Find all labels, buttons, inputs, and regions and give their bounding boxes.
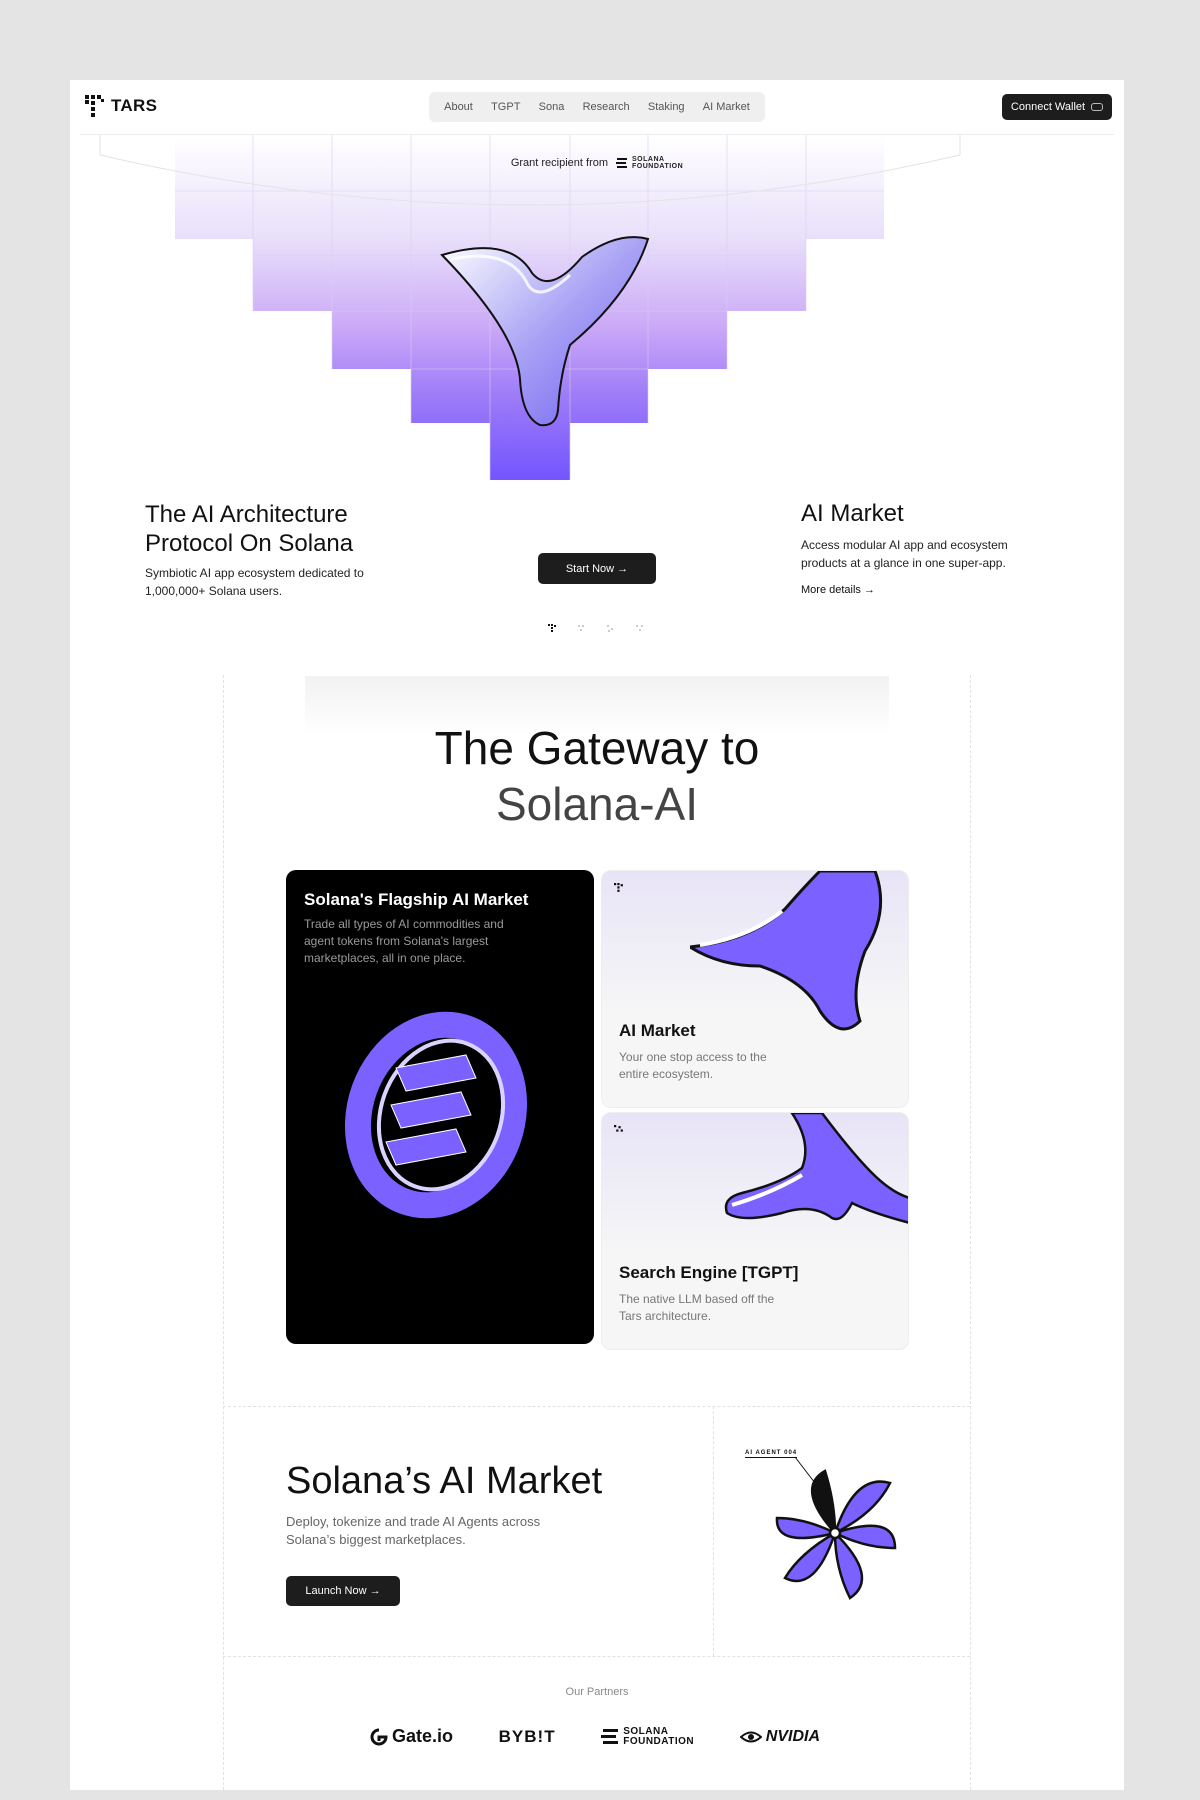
grid-line <box>970 675 971 1790</box>
hero-title-line1: The AI Architecture <box>145 501 348 528</box>
nav-staking[interactable]: Staking <box>648 101 685 113</box>
logo[interactable]: TARS <box>85 95 157 117</box>
connect-wallet-label: Connect Wallet <box>1010 101 1086 113</box>
partners-label: Our Partners <box>565 1686 629 1698</box>
card-title: Solana's Flagship AI Market <box>304 890 529 909</box>
connect-wallet-button[interactable]: Connect Wallet <box>1002 94 1112 120</box>
tars-logo-icon <box>85 95 104 117</box>
branch-shape-art <box>724 1113 908 1224</box>
grid-line <box>223 1656 970 1657</box>
grid-line <box>713 1406 714 1656</box>
nvidia-eye-icon <box>739 1731 762 1742</box>
partners-logos: Gate.io BYB!T SOLANA FOUNDATION NVIDIA <box>370 1726 820 1747</box>
start-now-button[interactable]: Start Now → <box>538 553 656 584</box>
solana-icon <box>616 158 628 168</box>
grant-text: Grant recipient from <box>510 157 609 169</box>
nav-sona[interactable]: Sona <box>539 101 565 113</box>
card-text: Your one stop access to the entire ecosy… <box>619 1050 767 1081</box>
partner-name: Gate.io <box>392 1726 454 1746</box>
grid-line <box>223 1406 970 1407</box>
ai-market-card[interactable]: AI Market Your one stop access to the en… <box>601 870 909 1108</box>
card-text: The native LLM based off the Tars archit… <box>619 1292 775 1323</box>
ai-agent-flower-art <box>775 1456 897 1600</box>
hero-market-subtitle: Access modular AI app and ecosystem prod… <box>801 538 1008 570</box>
hero-pyramid-graphic <box>99 135 961 480</box>
gateway-title: The Gateway to Solana-AI <box>70 720 1124 832</box>
carousel-dot[interactable] <box>606 624 615 633</box>
solana-foundation-logo: SOLANA FOUNDATION <box>616 156 683 170</box>
page: TARS About TGPT Sona Research Staking AI… <box>70 80 1124 1790</box>
partner-solana-foundation[interactable]: SOLANA FOUNDATION <box>601 1725 695 1747</box>
tars-mini-icon <box>614 883 623 892</box>
hero-title: The AI Architecture Protocol On Solana <box>145 500 353 558</box>
solana-ring-icon <box>344 1011 528 1219</box>
gateway-title-line1: The Gateway to <box>434 722 760 774</box>
carousel-dots <box>548 624 644 633</box>
tars-mini-icon <box>614 1125 623 1132</box>
carousel-dot-active[interactable] <box>548 624 557 633</box>
nav-ai-market[interactable]: AI Market <box>703 101 750 113</box>
partner-name: SOLANA <box>623 1725 669 1737</box>
card-text: Trade all types of AI commodities and ag… <box>304 917 504 965</box>
search-engine-card[interactable]: Search Engine [TGPT] The native LLM base… <box>601 1112 909 1350</box>
nav-research[interactable]: Research <box>583 101 630 113</box>
solana-icon <box>601 1728 619 1744</box>
partner-nvidia[interactable]: NVIDIA <box>739 1727 820 1746</box>
carousel-dot[interactable] <box>635 624 644 633</box>
card-title: Search Engine [TGPT] <box>619 1263 799 1282</box>
flagship-market-card[interactable]: Solana's Flagship AI Market Trade all ty… <box>286 870 594 1344</box>
logo-text: TARS <box>111 96 158 115</box>
y-shape-art <box>690 871 883 1031</box>
carousel-dot[interactable] <box>577 624 586 633</box>
wallet-icon <box>1091 103 1104 111</box>
more-details-link[interactable]: More details → <box>801 584 875 596</box>
partner-name-line2: FOUNDATION <box>623 1735 695 1747</box>
gate-io-icon <box>370 1728 388 1745</box>
grant-org-line1: SOLANA <box>632 156 665 163</box>
ai-market-subtitle: Deploy, tokenize and trade AI Agents acr… <box>286 1514 541 1547</box>
grant-banner: Grant recipient from SOLANA FOUNDATION <box>70 156 1124 170</box>
partner-name: BYB!T <box>498 1726 556 1746</box>
partner-gate-io[interactable]: Gate.io <box>370 1726 453 1747</box>
nav-tgpt[interactable]: TGPT <box>491 101 520 113</box>
grant-org-line2: FOUNDATION <box>632 163 684 170</box>
ai-market-title: Solana’s AI Market <box>286 1460 603 1502</box>
card-title: AI Market <box>619 1021 696 1040</box>
nav-about[interactable]: About <box>444 101 473 113</box>
hero-subtitle: Symbiotic AI app ecosystem dedicated to … <box>145 566 364 598</box>
hero-market-title: AI Market <box>801 500 904 527</box>
gateway-title-line2: Solana-AI <box>495 778 698 830</box>
launch-now-button[interactable]: Launch Now → <box>286 1576 400 1606</box>
main-nav: About TGPT Sona Research Staking AI Mark… <box>429 92 765 122</box>
partner-name: NVIDIA <box>765 1727 820 1745</box>
grid-line <box>223 675 224 1790</box>
hero-title-line2: Protocol On Solana <box>145 530 354 557</box>
partner-bybit[interactable]: BYB!T <box>499 1727 556 1747</box>
